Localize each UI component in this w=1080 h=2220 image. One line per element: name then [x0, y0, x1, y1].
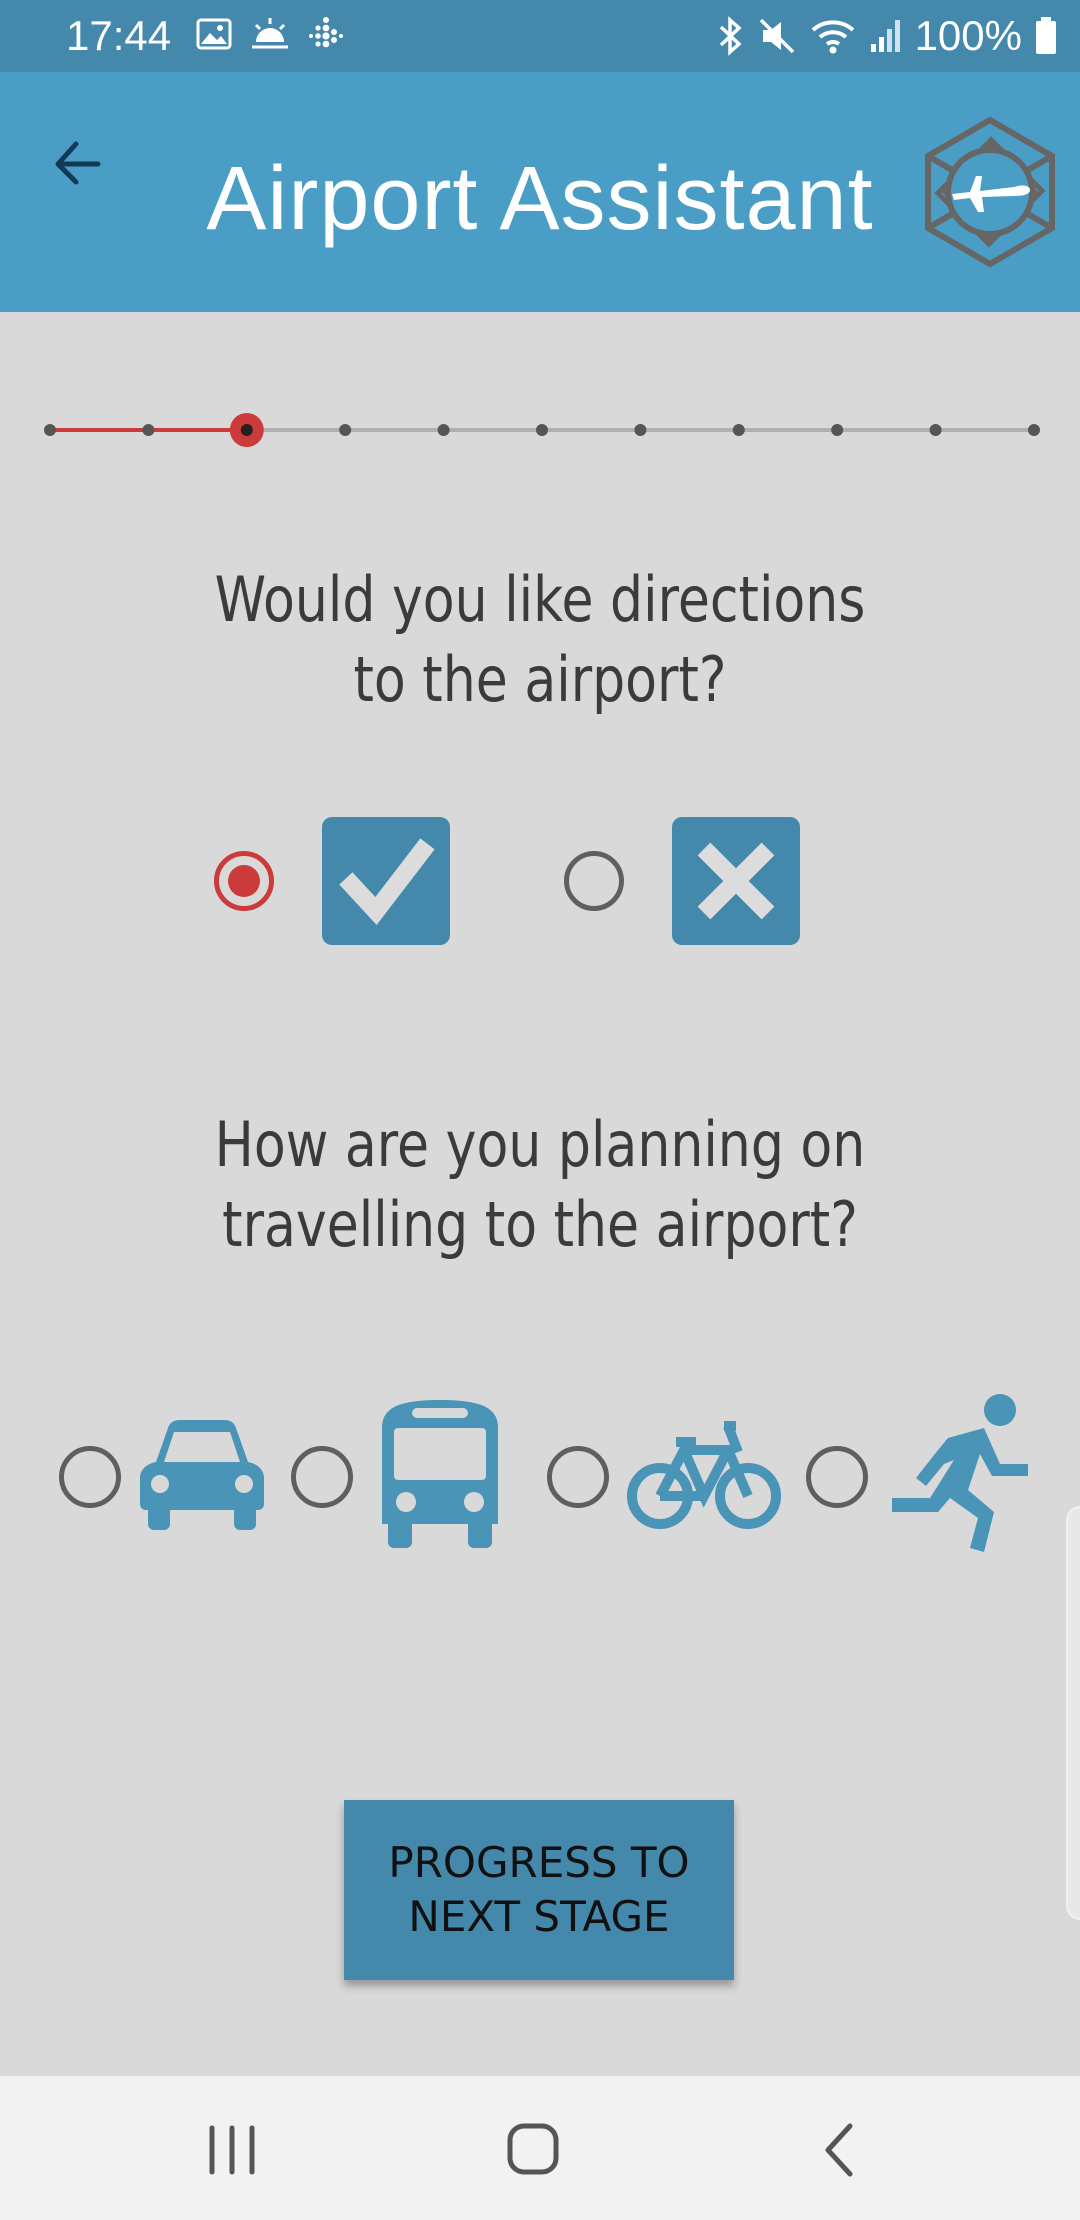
- signal-icon: [870, 20, 900, 52]
- recent-apps-icon[interactable]: [192, 2116, 272, 2186]
- directions-no-radio[interactable]: [564, 851, 624, 911]
- mute-icon: [759, 18, 794, 54]
- question-line: Would you like directions: [214, 563, 866, 636]
- scroll-handle[interactable]: [1066, 1506, 1080, 1920]
- wifi-icon: [811, 20, 854, 54]
- travel-walk-radio[interactable]: [806, 1446, 868, 1508]
- question-line: travelling to the airport?: [222, 1188, 858, 1261]
- directions-yes-radio[interactable]: [214, 851, 274, 911]
- system-nav-bar: [0, 2076, 1080, 2220]
- stepper-dot: [240, 424, 253, 436]
- status-time: 17:44: [66, 12, 172, 59]
- question-line: How are you planning on: [214, 1108, 866, 1181]
- bicycle-icon[interactable]: [626, 1412, 782, 1536]
- stepper-dot: [437, 424, 450, 436]
- stepper-dot: [929, 424, 942, 436]
- directions-yes-option[interactable]: [322, 817, 450, 945]
- stepper-dot: [732, 424, 745, 436]
- home-icon[interactable]: [494, 2116, 574, 2186]
- stepper-dot: [44, 424, 56, 436]
- car-icon[interactable]: [134, 1412, 270, 1532]
- bluetooth-icon: [719, 16, 742, 56]
- status-bar: 17:44 100%: [0, 0, 1080, 72]
- running-icon[interactable]: [888, 1394, 1038, 1554]
- stepper-dot: [142, 424, 155, 436]
- travel-car-radio[interactable]: [59, 1446, 121, 1508]
- travel-mode-question: How are you planning on travelling to th…: [162, 1105, 918, 1265]
- travel-bike-radio[interactable]: [547, 1446, 609, 1508]
- image-icon: [196, 18, 232, 50]
- question-line: to the airport?: [353, 643, 727, 716]
- status-system-icons: 100%: [715, 10, 1058, 62]
- checkmark-icon: [339, 838, 435, 925]
- airplane-hexagon-logo: [925, 116, 1055, 268]
- back-icon[interactable]: [800, 2116, 880, 2186]
- cross-icon: [697, 842, 775, 920]
- battery-icon: [1036, 17, 1056, 54]
- app-bar: Airport Assistant: [0, 72, 1080, 312]
- bus-icon[interactable]: [378, 1398, 502, 1548]
- stepper-dot: [536, 424, 548, 436]
- status-notification-icons: [196, 16, 344, 52]
- stepper-dot: [1028, 424, 1040, 436]
- battery-percent: 100%: [914, 12, 1022, 59]
- stepper-dot: [339, 424, 352, 436]
- progress-next-button[interactable]: PROGRESS TO NEXT STAGE: [344, 1800, 734, 1980]
- stepper-dot: [831, 424, 844, 436]
- fitbit-icon: [309, 17, 343, 48]
- directions-no-option[interactable]: [672, 817, 800, 945]
- stepper-dot: [634, 424, 647, 436]
- weather-icon: [252, 18, 288, 49]
- travel-bus-radio[interactable]: [291, 1446, 353, 1508]
- directions-question: Would you like directions to the airport…: [162, 560, 918, 720]
- progress-stepper: [44, 413, 1040, 447]
